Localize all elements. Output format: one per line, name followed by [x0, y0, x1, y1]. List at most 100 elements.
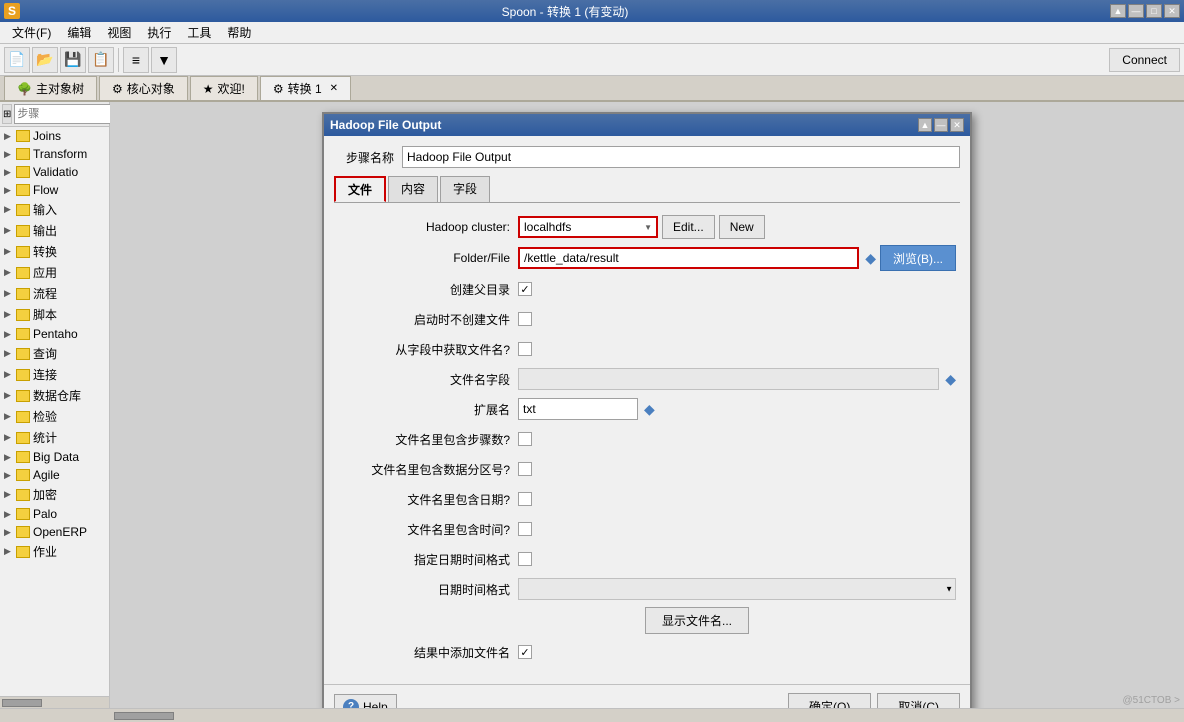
toolbar-new-btn[interactable]: 📄	[4, 47, 30, 73]
show-files-button[interactable]: 显示文件名...	[645, 607, 749, 634]
add-filename-checkbox[interactable]	[518, 645, 532, 659]
tree-item-warehouse[interactable]: ▶ 数据仓库	[0, 385, 109, 406]
tree-item-apply[interactable]: ▶ 应用	[0, 262, 109, 283]
include-time-label: 文件名里包含时间?	[338, 521, 518, 538]
dialog-up-btn[interactable]: ▲	[918, 118, 932, 132]
dialog-close-btn[interactable]: ✕	[950, 118, 964, 132]
titlebar-maximize-btn[interactable]: □	[1146, 4, 1162, 18]
show-files-row: 显示文件名...	[438, 607, 956, 634]
tree-arrow-warehouse: ▶	[4, 390, 16, 401]
tree-item-connect[interactable]: ▶ 连接	[0, 364, 109, 385]
step-count-checkbox[interactable]	[518, 432, 532, 446]
tree-item-convert[interactable]: ▶ 转换	[0, 241, 109, 262]
menu-tools[interactable]: 工具	[179, 22, 219, 43]
sub-tab-fields[interactable]: 字段	[440, 176, 490, 202]
menubar: 文件(F) 编辑 视图 执行 工具 帮助	[0, 22, 1184, 44]
menu-edit[interactable]: 编辑	[59, 22, 99, 43]
tree-item-crypto[interactable]: ▶ 加密	[0, 484, 109, 505]
hadoop-cluster-label: Hadoop cluster:	[338, 220, 518, 234]
folder-icon-apply	[16, 267, 30, 279]
tab-close-icon[interactable]: ✕	[330, 83, 338, 94]
tree-item-flow[interactable]: ▶ Flow	[0, 181, 109, 199]
diamond-icon-3: ◆	[644, 401, 655, 418]
tree-item-palo[interactable]: ▶ Palo	[0, 505, 109, 523]
toolbar-layers-btn[interactable]: ≡	[123, 47, 149, 73]
filename-field-input	[518, 368, 939, 390]
tree-item-validation[interactable]: ▶ Validatio	[0, 163, 109, 181]
specify-datetime-checkbox[interactable]	[518, 552, 532, 566]
hadoop-cluster-select[interactable]: localhdfs ▼	[518, 216, 658, 238]
new-button[interactable]: New	[719, 215, 765, 239]
help-circle-icon: ?	[343, 699, 359, 709]
titlebar-up-btn[interactable]: ▲	[1110, 4, 1126, 18]
no-create-checkbox[interactable]	[518, 312, 532, 326]
filename-from-field-checkbox[interactable]	[518, 342, 532, 356]
tree-item-joins[interactable]: ▶ Joins	[0, 127, 109, 145]
folder-icon-process	[16, 288, 30, 300]
ok-button[interactable]: 确定(O)	[788, 693, 871, 708]
cancel-button[interactable]: 取消(C)	[877, 693, 960, 708]
partition-row: 文件名里包含数据分区号?	[338, 457, 956, 481]
tab-core-objects[interactable]: ⚙ 核心对象	[99, 76, 188, 100]
menu-help[interactable]: 帮助	[219, 22, 259, 43]
bottom-scrollbar[interactable]	[0, 708, 1184, 722]
include-date-checkbox[interactable]	[518, 492, 532, 506]
dialog-content: 步骤名称 文件 内容 字段 Hadoop cluster:	[324, 136, 970, 684]
tree-item-verify[interactable]: ▶ 检验	[0, 406, 109, 427]
extension-row: 扩展名 ◆	[338, 397, 956, 421]
tree-item-pentaho[interactable]: ▶ Pentaho	[0, 325, 109, 343]
tree-item-bigdata[interactable]: ▶ Big Data	[0, 448, 109, 466]
folder-file-input[interactable]	[518, 247, 859, 269]
tree-arrow-openerp: ▶	[4, 527, 16, 538]
titlebar-controls: ▲ — □ ✕	[1110, 4, 1180, 18]
create-parent-checkbox[interactable]	[518, 282, 532, 296]
tree-arrow-flow: ▶	[4, 185, 16, 196]
help-button[interactable]: ? Help	[334, 694, 397, 709]
extension-input[interactable]	[518, 398, 638, 420]
hadoop-cluster-control: localhdfs ▼ Edit... New	[518, 215, 956, 239]
titlebar-minimize-btn[interactable]: —	[1128, 4, 1144, 18]
tree-item-process[interactable]: ▶ 流程	[0, 283, 109, 304]
tree-item-query[interactable]: ▶ 查询	[0, 343, 109, 364]
h-scroll-thumb[interactable]	[114, 712, 174, 720]
connect-button[interactable]: Connect	[1109, 48, 1180, 72]
toolbar-dropdown-btn[interactable]: ▼	[151, 47, 177, 73]
tree-item-input[interactable]: ▶ 输入	[0, 199, 109, 220]
sub-tab-file[interactable]: 文件	[334, 176, 386, 202]
toolbar-saveas-btn[interactable]: 📋	[88, 47, 114, 73]
tree-item-transform[interactable]: ▶ Transform	[0, 145, 109, 163]
toolbar-open-btn[interactable]: 📂	[32, 47, 58, 73]
tab-main-tree[interactable]: 🌳 主对象树	[4, 76, 97, 100]
main-tree-icon: 🌳	[17, 82, 32, 96]
form-area: Hadoop cluster: localhdfs ▼ Edit... New	[334, 211, 960, 674]
tree-item-script[interactable]: ▶ 脚本	[0, 304, 109, 325]
toolbar-save-btn[interactable]: 💾	[60, 47, 86, 73]
titlebar-close-btn[interactable]: ✕	[1164, 4, 1180, 18]
tree-item-agile[interactable]: ▶ Agile	[0, 466, 109, 484]
menu-view[interactable]: 视图	[99, 22, 139, 43]
edit-button[interactable]: Edit...	[662, 215, 715, 239]
include-time-checkbox[interactable]	[518, 522, 532, 536]
tab-transform[interactable]: ⚙ 转换 1 ✕	[260, 76, 351, 100]
include-date-control	[518, 492, 956, 506]
tree-item-openerp[interactable]: ▶ OpenERP	[0, 523, 109, 541]
tree-item-stats[interactable]: ▶ 统计	[0, 427, 109, 448]
toolbar: 📄 📂 💾 📋 ≡ ▼ Connect	[0, 44, 1184, 76]
tree-item-job[interactable]: ▶ 作业	[0, 541, 109, 562]
left-panel-scrollbar[interactable]	[0, 696, 109, 708]
menu-run[interactable]: 执行	[139, 22, 179, 43]
datetime-format-row: 日期时间格式 ▼	[338, 577, 956, 601]
expand-tree-btn[interactable]: ⊞	[2, 104, 12, 124]
dialog-minimize-btn[interactable]: —	[934, 118, 948, 132]
scroll-thumb[interactable]	[2, 699, 42, 707]
folder-icon-crypto	[16, 489, 30, 501]
sub-tab-content[interactable]: 内容	[388, 176, 438, 202]
partition-checkbox[interactable]	[518, 462, 532, 476]
browse-button[interactable]: 浏览(B)...	[880, 245, 956, 271]
step-count-row: 文件名里包含步骤数?	[338, 427, 956, 451]
tab-welcome[interactable]: ★ 欢迎!	[190, 76, 258, 100]
menu-file[interactable]: 文件(F)	[4, 22, 59, 43]
step-name-input[interactable]	[402, 146, 960, 168]
tree-item-output[interactable]: ▶ 输出	[0, 220, 109, 241]
app-title: Spoon - 转换 1 (有变动)	[20, 3, 1110, 20]
